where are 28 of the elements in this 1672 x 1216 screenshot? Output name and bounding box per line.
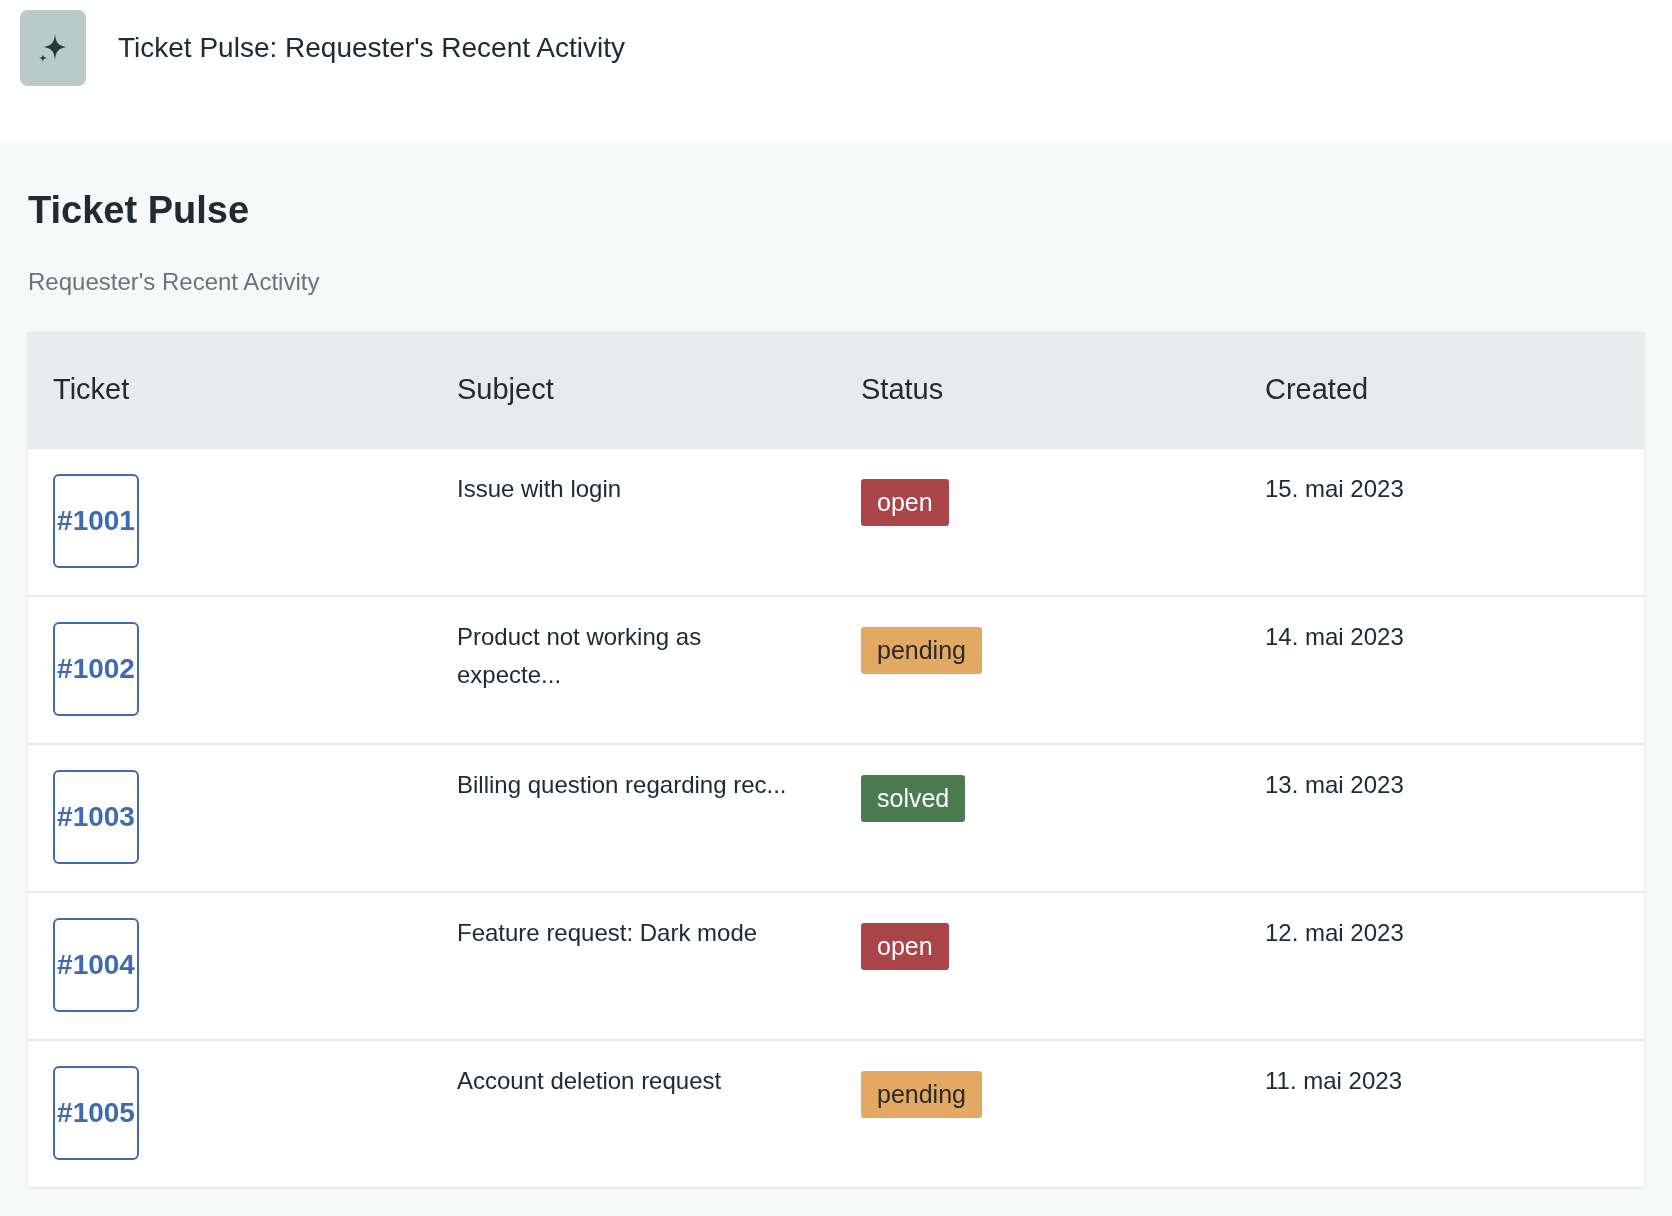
app-title: Ticket Pulse: Requester's Recent Activity [118,32,625,64]
column-header: Created [1264,373,1370,406]
column-header: Subject [456,373,555,406]
ticket-link[interactable]: #1003 [53,770,139,864]
created-date: 12. mai 2023 [1265,918,1404,948]
status-badge: solved [861,775,966,822]
subject-text: Issue with login [457,474,622,504]
ticket-link[interactable]: #1004 [53,918,139,1012]
created-date: 13. mai 2023 [1265,770,1404,800]
sparkle-icon [20,10,86,86]
ticket-link[interactable]: #1002 [53,622,139,716]
status-badge: open [861,923,949,970]
ticket-link[interactable]: #1001 [53,474,139,568]
subject-text: Feature request: Dark mode [457,918,758,948]
subject-text: Account deletion request [457,1066,722,1096]
created-date: 14. mai 2023 [1265,622,1404,652]
status-badge: pending [861,627,982,674]
ticket-link[interactable]: #1005 [53,1066,139,1160]
subject-text: Product not working as expecte... [457,622,703,690]
status-badge: pending [861,1071,982,1118]
created-date: 11. mai 2023 [1265,1066,1402,1096]
page-subtitle: Requester's Recent Activity [28,268,321,296]
page-heading: Ticket Pulse [28,189,251,232]
status-badge: open [861,479,949,526]
column-header: Status [860,373,945,406]
column-header: Ticket [52,373,131,406]
created-date: 15. mai 2023 [1265,474,1404,504]
subject-text: Billing question regarding rec... [457,770,787,800]
